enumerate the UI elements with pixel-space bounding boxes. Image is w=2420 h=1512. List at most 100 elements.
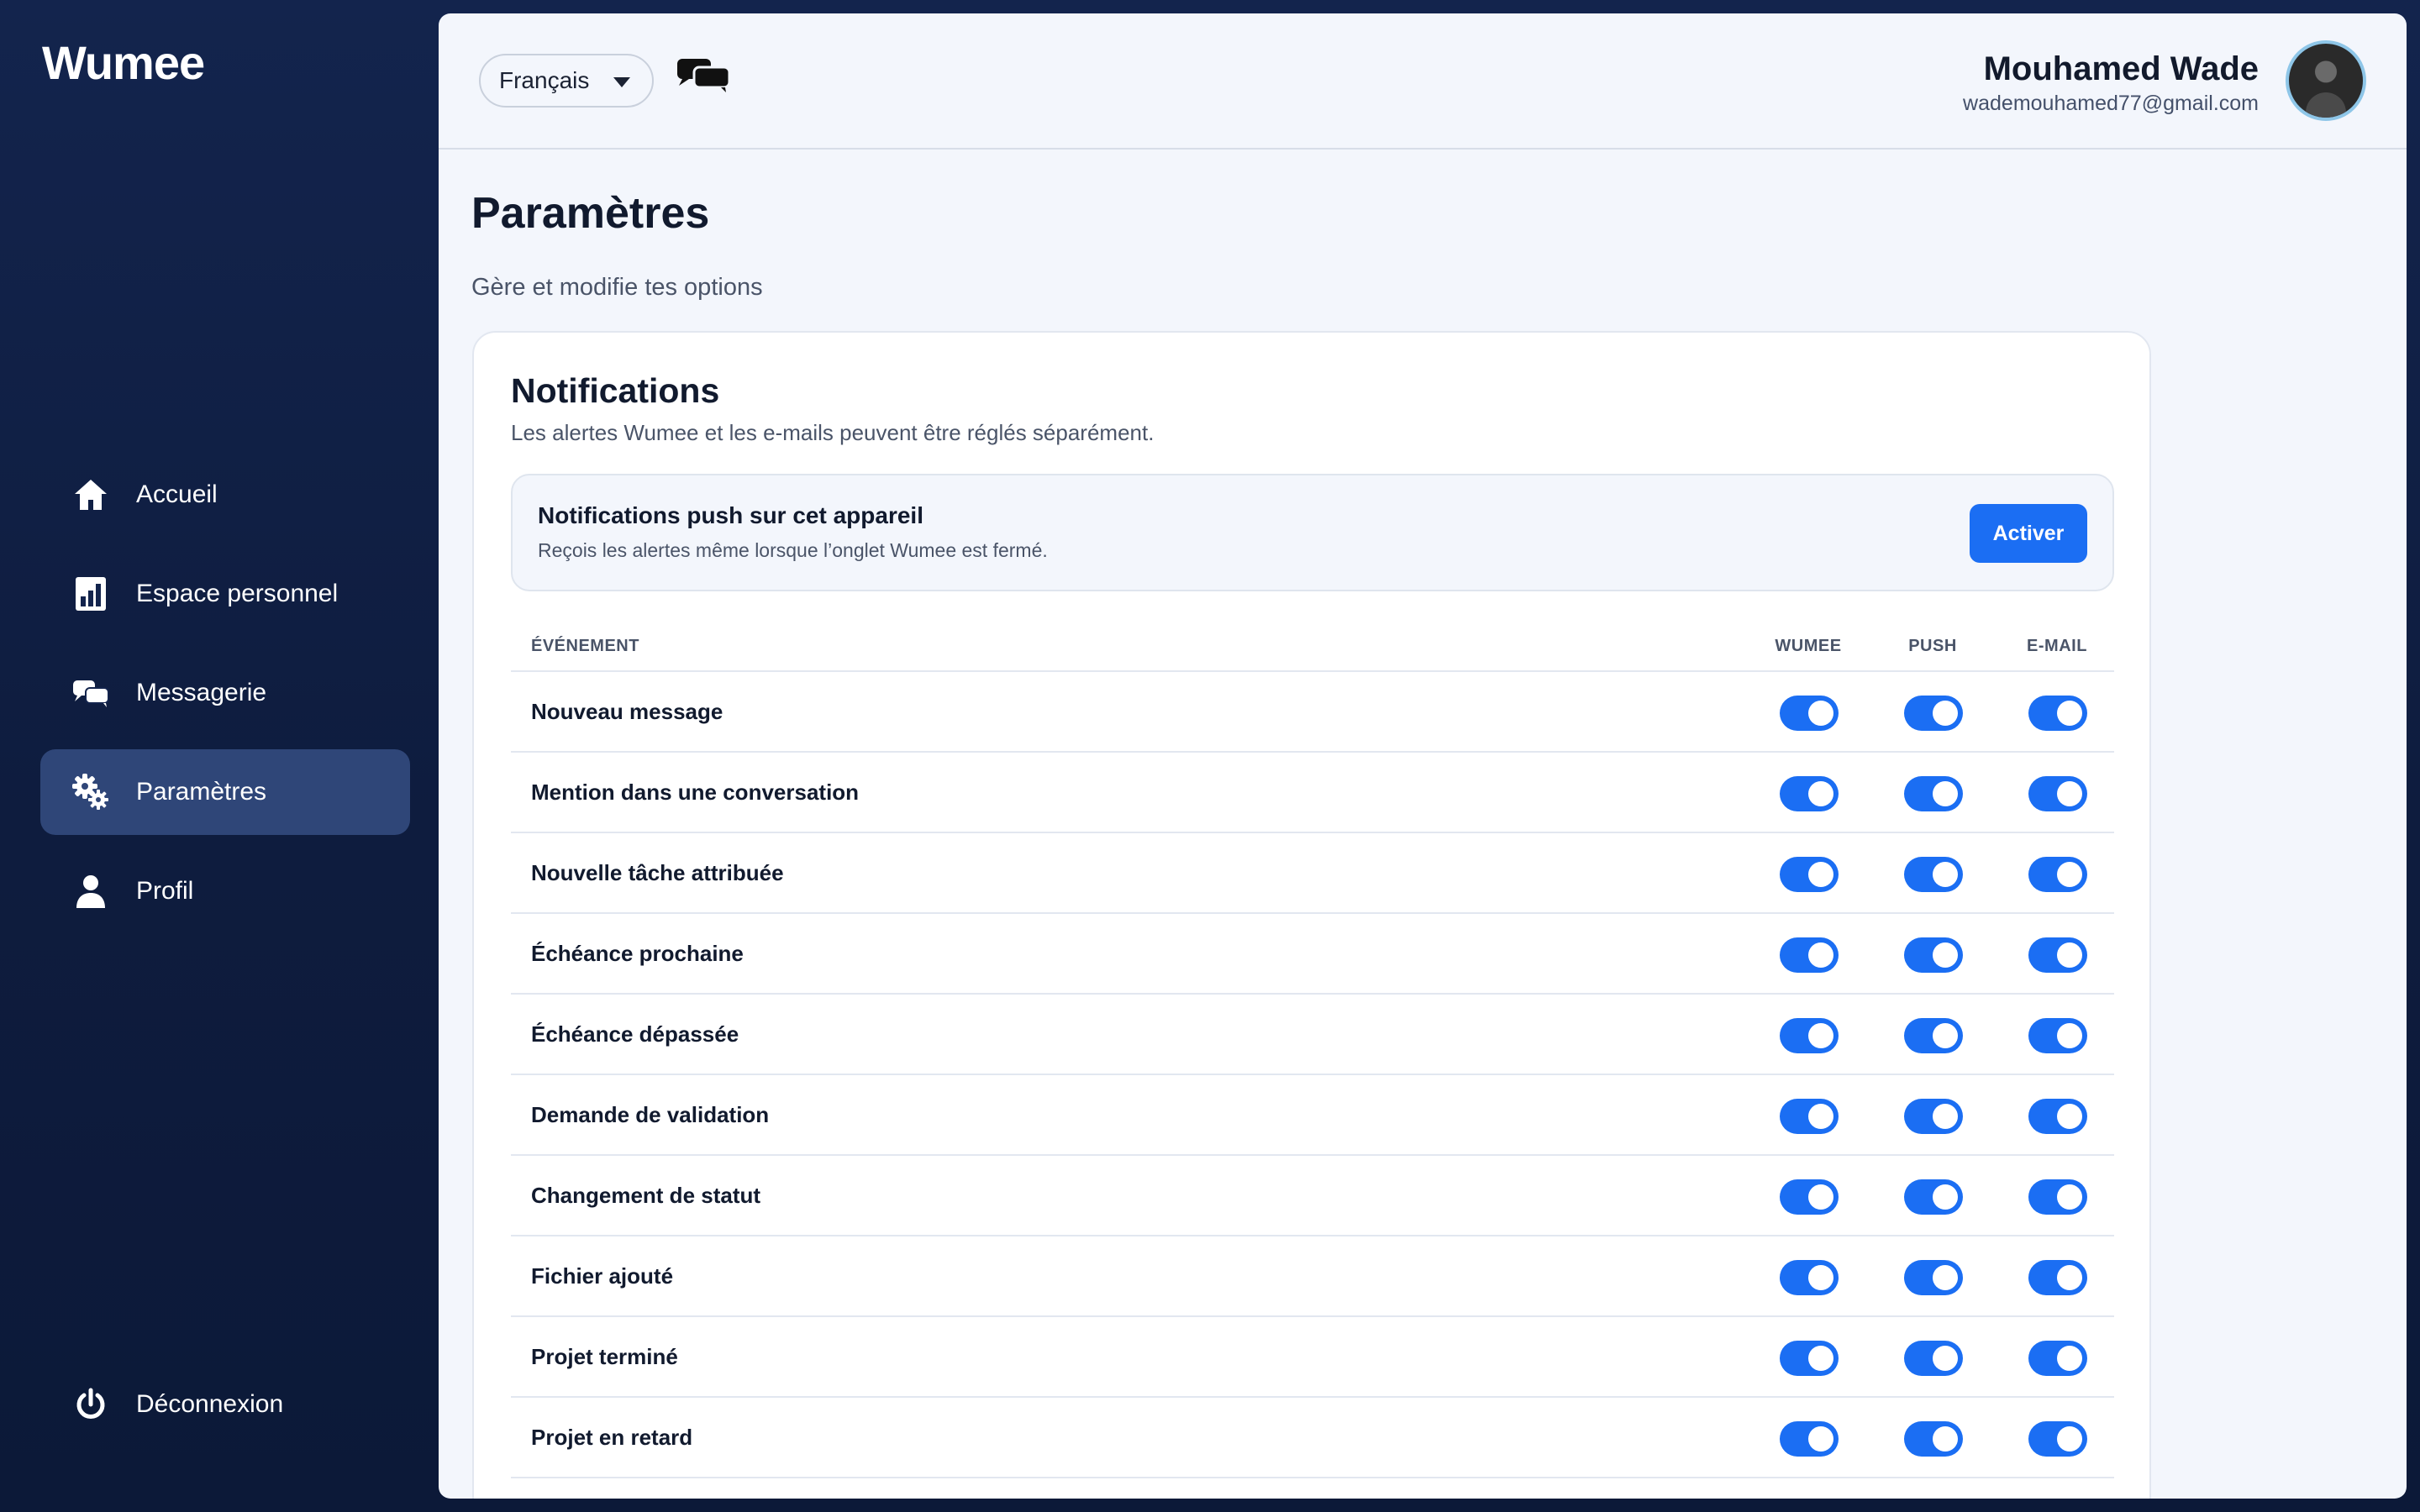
activate-button[interactable]: Activer — [1970, 504, 2087, 563]
toggle-email[interactable] — [2028, 696, 2087, 731]
toggle-wumee[interactable] — [1780, 1421, 1839, 1457]
event-label: Fichier ajouté — [531, 1263, 674, 1289]
push-notification-box: Notifications push sur cet appareil Reço… — [511, 474, 2114, 591]
table-body: Nouveau message Mention dans une conversa… — [511, 672, 2114, 1499]
sidebar: Wumee Accueil Espace personnel Messageri… — [0, 0, 439, 1512]
toggle-push[interactable] — [1904, 696, 1963, 731]
column-header-push: PUSH — [1908, 637, 1957, 655]
toggle-email[interactable] — [2028, 1260, 2087, 1295]
chart-icon — [72, 575, 109, 612]
power-icon — [72, 1386, 109, 1423]
toggle-push[interactable] — [1904, 1260, 1963, 1295]
toggle-email[interactable] — [2028, 1018, 2087, 1053]
toggle-push[interactable] — [1904, 1179, 1963, 1215]
main-panel: Français Mouhamed Wade wademouhamed77@gm… — [439, 13, 2407, 1499]
toggle-push[interactable] — [1904, 1099, 1963, 1134]
chevron-down-icon — [613, 77, 630, 87]
toggle-push[interactable] — [1904, 937, 1963, 973]
language-value: Français — [499, 67, 590, 93]
table-row: Nouveau message — [511, 672, 2114, 753]
toggle-push[interactable] — [1904, 1018, 1963, 1053]
logout-label: Déconnexion — [136, 1390, 284, 1418]
sidebar-nav: Accueil Espace personnel Messagerie Para… — [40, 452, 410, 948]
sidebar-item-label: Profil — [136, 877, 194, 905]
event-label: Nouvelle tâche attribuée — [531, 860, 784, 885]
page-subtitle: Gère et modifie tes options — [471, 274, 763, 301]
toggle-wumee[interactable] — [1780, 776, 1839, 811]
notifications-title: Notifications — [511, 371, 720, 410]
toggle-push[interactable] — [1904, 1421, 1963, 1457]
home-icon — [72, 476, 109, 513]
event-label: Changement de statut — [531, 1183, 761, 1208]
toggle-email[interactable] — [2028, 937, 2087, 973]
sidebar-item-label: Paramètres — [136, 778, 267, 806]
table-header: ÉVÉNEMENT WUMEE PUSH E-MAIL — [511, 613, 2114, 672]
sidebar-item-label: Espace personnel — [136, 580, 339, 607]
toggle-push[interactable] — [1904, 857, 1963, 892]
gear-icon — [72, 774, 109, 811]
column-header-event: ÉVÉNEMENT — [531, 637, 639, 655]
sidebar-item-espace-personnel[interactable]: Espace personnel — [40, 551, 410, 637]
sidebar-item-label: Messagerie — [136, 679, 267, 706]
table-row: Projet terminé — [511, 1317, 2114, 1398]
toggle-email[interactable] — [2028, 1341, 2087, 1376]
toggle-wumee[interactable] — [1780, 1260, 1839, 1295]
sidebar-item-parametres[interactable]: Paramètres — [40, 749, 410, 835]
table-row: Changement de statut — [511, 1156, 2114, 1236]
toggle-email[interactable] — [2028, 1421, 2087, 1457]
toggle-push[interactable] — [1904, 776, 1963, 811]
column-header-wumee: WUMEE — [1775, 637, 1842, 655]
table-row: Échéance dépassée — [511, 995, 2114, 1075]
toggle-push[interactable] — [1904, 1341, 1963, 1376]
table-row: Mention dans une conversation — [511, 753, 2114, 833]
notifications-table: ÉVÉNEMENT WUMEE PUSH E-MAIL Nouveau mess… — [511, 613, 2114, 1499]
event-label: Nouveau message — [531, 699, 723, 724]
notifications-card: Notifications Les alertes Wumee et les e… — [472, 331, 2151, 1499]
event-label: Demande de validation — [531, 1102, 770, 1127]
column-header-email: E-MAIL — [2027, 637, 2087, 655]
toggle-wumee[interactable] — [1780, 937, 1839, 973]
table-row: Échéance prochaine — [511, 914, 2114, 995]
avatar-silhouette — [2306, 92, 2346, 118]
sidebar-item-messagerie[interactable]: Messagerie — [40, 650, 410, 736]
avatar[interactable] — [2286, 40, 2366, 121]
table-row: Nouvelle tâche attribuée — [511, 833, 2114, 914]
app-window: Wumee Accueil Espace personnel Messageri… — [0, 0, 2420, 1512]
logo: Wumee — [42, 36, 205, 89]
page-title: Paramètres — [471, 189, 710, 238]
event-label: Mention dans une conversation — [531, 780, 860, 805]
toggle-email[interactable] — [2028, 1099, 2087, 1134]
event-label: Échéance prochaine — [531, 941, 744, 966]
toggle-wumee[interactable] — [1780, 1018, 1839, 1053]
chat-icon — [72, 675, 109, 711]
topbar: Français Mouhamed Wade wademouhamed77@gm… — [439, 13, 2407, 150]
user-icon — [72, 873, 109, 910]
table-row: Fichier ajouté — [511, 1236, 2114, 1317]
table-row: Demande de validation — [511, 1075, 2114, 1156]
logout-button[interactable]: Déconnexion — [72, 1386, 283, 1423]
event-label: Échéance dépassée — [531, 1021, 739, 1047]
language-select[interactable]: Français — [479, 54, 654, 108]
push-title: Notifications push sur cet appareil — [538, 502, 923, 528]
push-subtitle: Reçois les alertes même lorsque l’onglet… — [538, 539, 1048, 561]
toggle-wumee[interactable] — [1780, 1179, 1839, 1215]
toggle-email[interactable] — [2028, 776, 2087, 811]
toggle-wumee[interactable] — [1780, 1341, 1839, 1376]
sidebar-item-profil[interactable]: Profil — [40, 848, 410, 934]
event-label: Projet en retard — [531, 1425, 693, 1450]
toggle-wumee[interactable] — [1780, 857, 1839, 892]
user-info: Mouhamed Wade wademouhamed77@gmail.com — [1963, 50, 2259, 116]
event-label: Projet terminé — [531, 1344, 678, 1369]
toggle-email[interactable] — [2028, 1179, 2087, 1215]
toggle-wumee[interactable] — [1780, 696, 1839, 731]
sidebar-item-label: Accueil — [136, 480, 218, 508]
table-row: Projet en retard — [511, 1398, 2114, 1478]
user-email: wademouhamed77@gmail.com — [1963, 92, 2259, 115]
sidebar-item-accueil[interactable]: Accueil — [40, 452, 410, 538]
notifications-subtitle: Les alertes Wumee et les e-mails peuvent… — [511, 420, 1155, 445]
user-name: Mouhamed Wade — [1983, 50, 2259, 87]
chat-icon[interactable] — [676, 57, 731, 97]
toggle-wumee[interactable] — [1780, 1099, 1839, 1134]
table-row: Modification du calendrier — [511, 1478, 2114, 1499]
toggle-email[interactable] — [2028, 857, 2087, 892]
